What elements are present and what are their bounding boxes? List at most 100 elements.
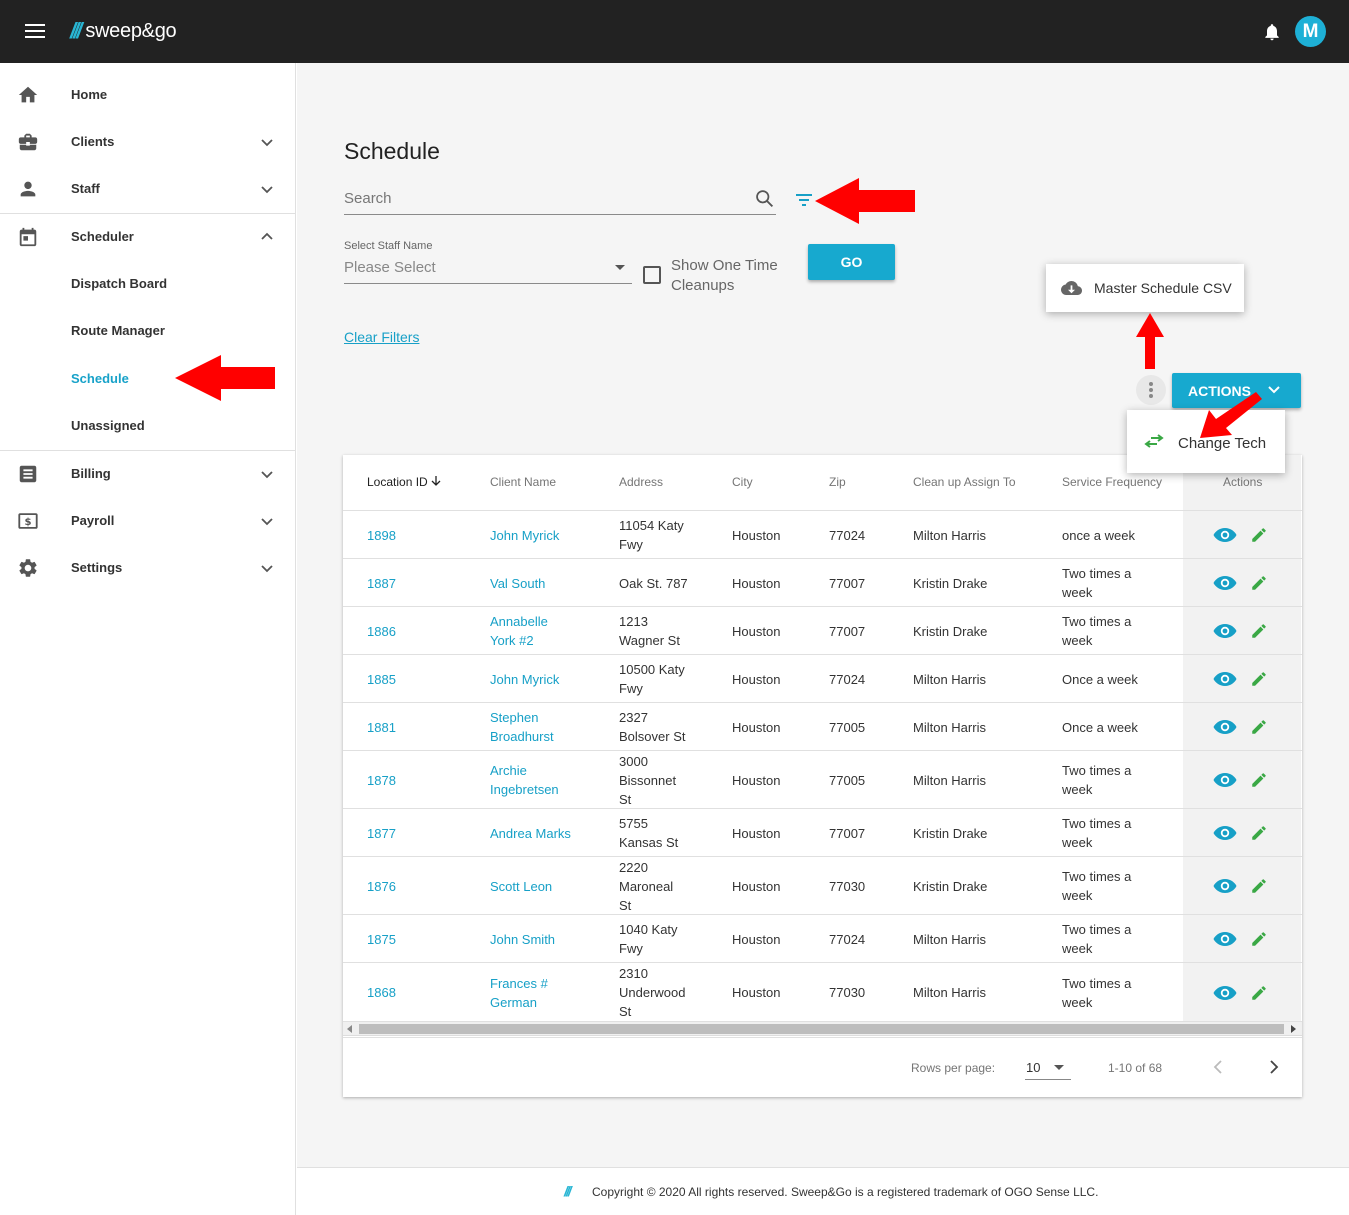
sidebar-item-payroll[interactable]: $ Payroll <box>0 497 295 544</box>
table-cell-name[interactable]: Val South <box>490 574 545 593</box>
column-header-city[interactable]: City <box>732 475 753 489</box>
sidebar-item-dispatch-board[interactable]: Dispatch Board <box>0 260 295 307</box>
logo-text: sweep&go <box>85 19 177 42</box>
one-time-cleanups-label: Show One Time Cleanups <box>671 257 778 294</box>
table-cell-id[interactable]: 1881 <box>367 718 396 737</box>
sidebar-item-unassigned[interactable]: Unassigned <box>0 402 295 449</box>
rows-per-page-select[interactable]: 10 <box>1025 1054 1071 1080</box>
eye-icon[interactable] <box>1213 575 1237 591</box>
eye-icon[interactable] <box>1213 671 1237 687</box>
pencil-icon[interactable] <box>1250 622 1268 640</box>
table-cell-id[interactable]: 1875 <box>367 930 396 949</box>
app-logo[interactable]: /// sweep&go <box>70 18 177 44</box>
table-cell-freq: Two times a week <box>1062 566 1132 600</box>
horizontal-scrollbar[interactable] <box>343 1022 1302 1036</box>
clear-filters-link[interactable]: Clear Filters <box>344 329 419 345</box>
table-cell-id[interactable]: 1878 <box>367 771 396 790</box>
table-cell-city: Houston <box>732 985 781 1000</box>
chevron-right-icon[interactable] <box>1268 1059 1280 1075</box>
eye-icon[interactable] <box>1213 931 1237 947</box>
eye-icon[interactable] <box>1213 527 1237 543</box>
table-cell-assign: Kristin Drake <box>913 624 988 639</box>
pencil-icon[interactable] <box>1250 574 1268 592</box>
table-cell-id[interactable]: 1876 <box>367 877 396 896</box>
sidebar-item-home[interactable]: Home <box>0 71 295 118</box>
home-icon <box>18 86 38 103</box>
table-cell-name[interactable]: Archie Ingebretsen <box>490 761 559 799</box>
search-icon[interactable] <box>754 188 775 209</box>
eye-icon[interactable] <box>1213 623 1237 639</box>
table-cell-id[interactable]: 1887 <box>367 574 396 593</box>
table-cell-freq: Two times a week <box>1062 922 1132 956</box>
swap-horiz-icon <box>1144 434 1164 448</box>
pencil-icon[interactable] <box>1250 670 1268 688</box>
menu-item-label: Master Schedule CSV <box>1094 280 1232 296</box>
sidebar-item-route-manager[interactable]: Route Manager <box>0 307 295 354</box>
sidebar-item-staff[interactable]: Staff <box>0 165 295 212</box>
one-time-cleanups-checkbox[interactable] <box>643 266 661 284</box>
table-cell-id[interactable]: 1877 <box>367 824 396 843</box>
staff-select[interactable]: Please Select <box>344 254 632 284</box>
bell-icon[interactable] <box>1262 21 1282 43</box>
scroll-left-arrow-icon[interactable] <box>347 1025 352 1033</box>
column-header-location-id[interactable]: Location ID <box>367 475 442 489</box>
scrollbar-thumb[interactable] <box>359 1024 1284 1034</box>
user-avatar[interactable]: M <box>1295 16 1326 47</box>
column-header-address[interactable]: Address <box>619 475 663 489</box>
table-cell-name[interactable]: John Smith <box>490 930 555 949</box>
chevron-left-icon[interactable] <box>1212 1059 1224 1075</box>
pencil-icon[interactable] <box>1250 984 1268 1002</box>
red-arrow-icon <box>1200 392 1262 438</box>
table-cell-name[interactable]: Andrea Marks <box>490 824 571 843</box>
table-cell-address: 5755 Kansas St <box>619 816 679 850</box>
table-cell-zip: 77007 <box>829 576 866 591</box>
table-cell-name[interactable]: Scott Leon <box>490 877 552 896</box>
sidebar-item-label: Staff <box>71 181 100 196</box>
table-cell-zip: 77005 <box>829 720 866 735</box>
calendar-icon <box>19 227 37 247</box>
eye-icon[interactable] <box>1213 985 1237 1001</box>
pagination-range: 1-10 of 68 <box>1108 1061 1163 1075</box>
go-button[interactable]: GO <box>808 244 895 280</box>
eye-icon[interactable] <box>1213 825 1237 841</box>
pencil-icon[interactable] <box>1250 877 1268 895</box>
table-cell-name[interactable]: John Myrick <box>490 670 559 689</box>
column-header-service-frequency[interactable]: Service Frequency <box>1062 475 1162 489</box>
master-schedule-csv-menu-item[interactable]: Master Schedule CSV <box>1046 264 1244 312</box>
sidebar-item-clients[interactable]: Clients <box>0 118 295 165</box>
search-field[interactable] <box>344 184 776 215</box>
column-header-client-name[interactable]: Client Name <box>490 475 556 489</box>
table-cell-name[interactable]: Stephen Broadhurst <box>490 708 554 746</box>
filter-icon[interactable] <box>794 192 814 208</box>
gear-icon <box>19 559 37 577</box>
more-vert-icon[interactable] <box>1136 375 1166 405</box>
table-cell-id[interactable]: 1868 <box>367 983 396 1002</box>
table-row: 1875 John Smith 1040 Katy Fwy Houston 77024 Mi… <box>343 915 1302 963</box>
eye-icon[interactable] <box>1213 719 1237 735</box>
dollar-icon: $ <box>18 513 38 529</box>
table-cell-assign: Milton Harris <box>913 528 986 543</box>
table-cell-name[interactable]: Annabelle York #2 <box>490 612 548 650</box>
pencil-icon[interactable] <box>1250 824 1268 842</box>
eye-icon[interactable] <box>1213 772 1237 788</box>
table-cell-id[interactable]: 1885 <box>367 670 396 689</box>
sidebar-item-billing[interactable]: Billing <box>0 450 295 497</box>
table-cell-name[interactable]: John Myrick <box>490 526 559 545</box>
table-cell-name[interactable]: Frances # German <box>490 974 548 1012</box>
table-cell-id[interactable]: 1886 <box>367 622 396 641</box>
column-header-zip[interactable]: Zip <box>829 475 846 489</box>
sidebar-item-settings[interactable]: Settings <box>0 544 295 591</box>
column-header-assign-to[interactable]: Clean up Assign To <box>913 475 1016 489</box>
sidebar-item-scheduler[interactable]: Scheduler <box>0 213 295 260</box>
hamburger-icon[interactable] <box>25 24 45 38</box>
sidebar-item-label: Schedule <box>71 371 129 386</box>
rows-per-page-label: Rows per page: <box>911 1061 996 1075</box>
pencil-icon[interactable] <box>1250 718 1268 736</box>
pencil-icon[interactable] <box>1250 526 1268 544</box>
table-cell-id[interactable]: 1898 <box>367 526 396 545</box>
eye-icon[interactable] <box>1213 878 1237 894</box>
pencil-icon[interactable] <box>1250 930 1268 948</box>
pencil-icon[interactable] <box>1250 771 1268 789</box>
search-input[interactable] <box>344 184 744 212</box>
scroll-right-arrow-icon[interactable] <box>1291 1025 1296 1033</box>
